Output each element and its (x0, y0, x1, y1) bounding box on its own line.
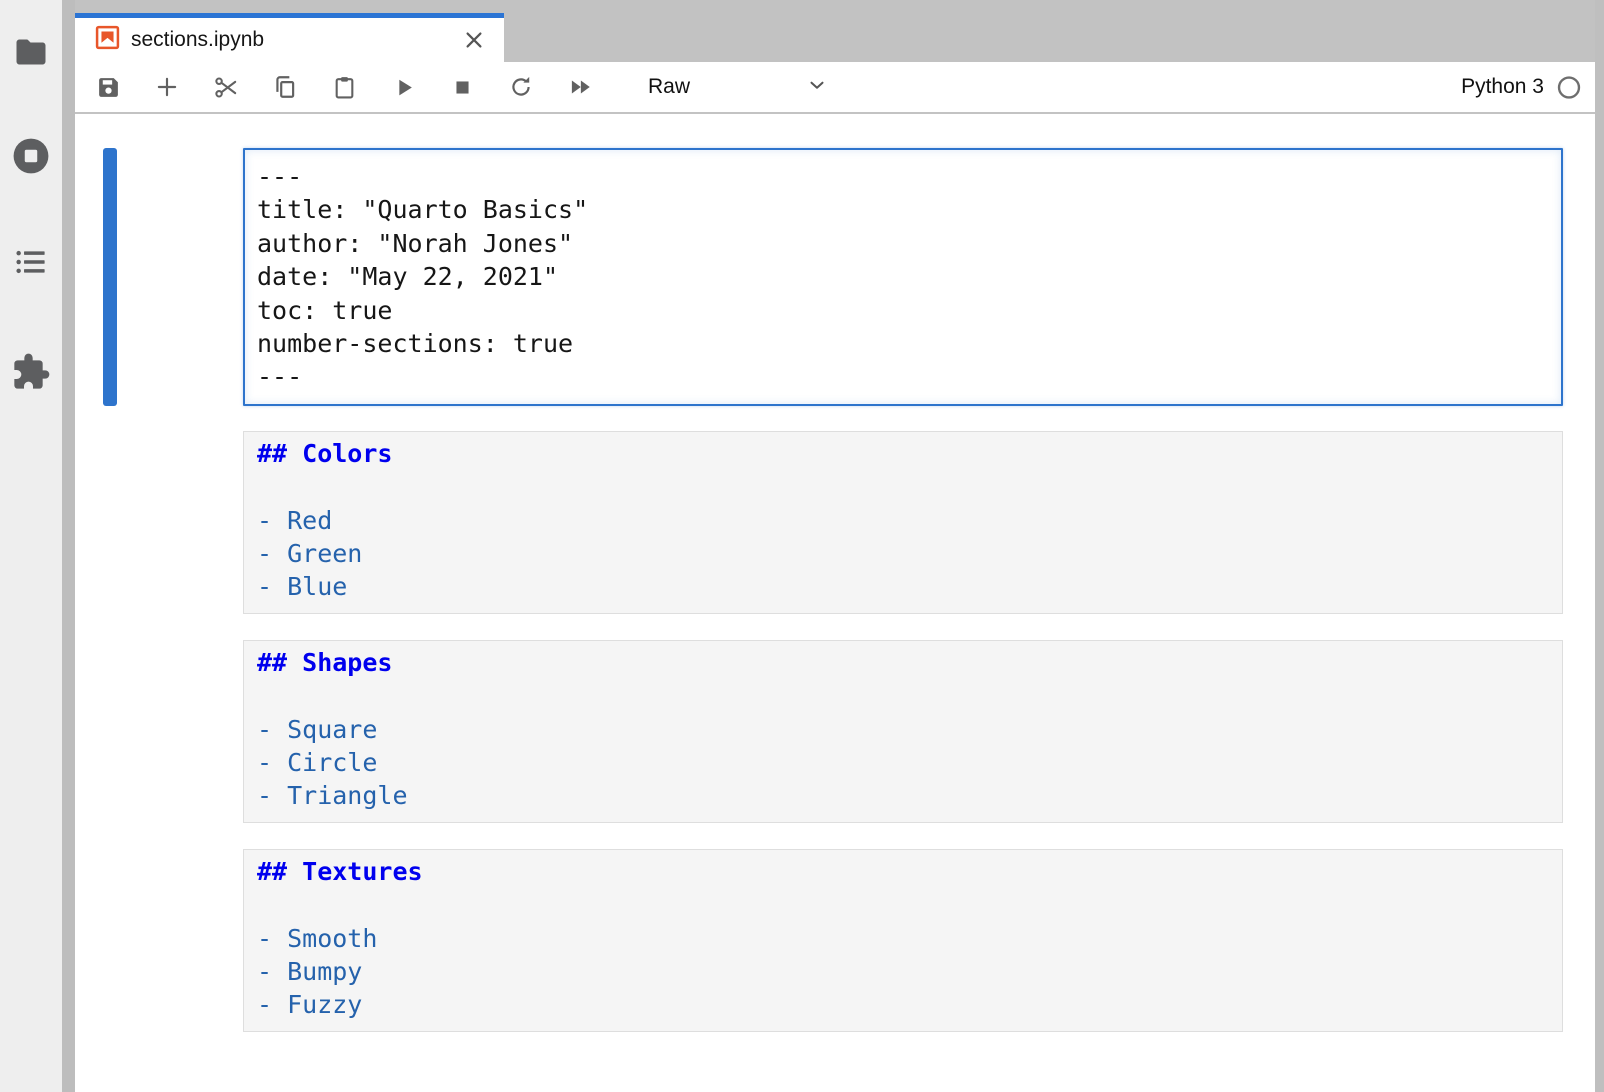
markdown-list-item: - Fuzzy (257, 988, 1549, 1021)
activity-sidebar (0, 0, 62, 1092)
cell-collapser[interactable] (103, 148, 117, 406)
cell-collapser[interactable] (103, 849, 117, 1032)
main-area: sections.ipynb (75, 0, 1595, 1092)
markdown-cell-editor[interactable]: ## Shapes - Square - Circle - Triangle (243, 640, 1563, 823)
markdown-list-item: - Red (257, 504, 1549, 537)
kernel-status-icon[interactable] (1556, 74, 1582, 100)
notebook-tab[interactable]: sections.ipynb (75, 13, 504, 62)
fast-forward-icon[interactable] (567, 74, 593, 100)
cell-collapser[interactable] (103, 640, 117, 823)
save-icon[interactable] (95, 74, 121, 100)
extension-manager-icon[interactable] (0, 344, 62, 400)
running-sessions-icon[interactable] (0, 128, 62, 184)
code-line: author: "Norah Jones" (257, 227, 1549, 260)
kernel-area: Python 3 (1461, 74, 1595, 100)
restart-kernel-icon[interactable] (508, 74, 534, 100)
markdown-list-item: - Circle (257, 746, 1549, 779)
cell-type-dropdown[interactable]: Raw (642, 69, 834, 105)
notebook-icon (95, 25, 120, 55)
markdown-heading: ## Textures (257, 855, 1549, 888)
file-browser-icon[interactable] (0, 24, 62, 80)
sidebar-splitter-handle[interactable] (62, 0, 75, 1092)
code-line: title: "Quarto Basics" (257, 193, 1549, 226)
blank-line (257, 470, 1549, 503)
markdown-cell-editor[interactable]: ## Colors - Red - Green - Blue (243, 431, 1563, 614)
code-line: toc: true (257, 294, 1549, 327)
table-of-contents-icon[interactable] (0, 234, 62, 290)
cell-type-value: Raw (648, 75, 690, 99)
copy-icon[interactable] (272, 74, 298, 100)
markdown-list-item: - Triangle (257, 779, 1549, 812)
cell-collapser[interactable] (103, 431, 117, 614)
scrollbar-gutter[interactable] (1595, 0, 1604, 1092)
code-line: --- (257, 360, 1549, 393)
markdown-heading: ## Shapes (257, 646, 1549, 679)
raw-cell: --- title: "Quarto Basics" author: "Nora… (243, 148, 1563, 406)
add-cell-icon[interactable] (154, 74, 180, 100)
blank-line (257, 888, 1549, 921)
markdown-list-item: - Green (257, 537, 1549, 570)
code-line: date: "May 22, 2021" (257, 260, 1549, 293)
raw-cell-editor[interactable]: --- title: "Quarto Basics" author: "Nora… (243, 148, 1563, 406)
run-icon[interactable] (390, 74, 416, 100)
chevron-down-icon (806, 74, 828, 101)
code-line: --- (257, 160, 1549, 193)
markdown-list-item: - Bumpy (257, 955, 1549, 988)
markdown-list-item: - Blue (257, 570, 1549, 603)
blank-line (257, 679, 1549, 712)
markdown-heading: ## Colors (257, 437, 1549, 470)
code-line: number-sections: true (257, 327, 1549, 360)
kernel-name[interactable]: Python 3 (1461, 75, 1544, 99)
cut-icon[interactable] (213, 74, 239, 100)
markdown-list-item: - Square (257, 713, 1549, 746)
markdown-cell-textures: ## Textures - Smooth - Bumpy - Fuzzy (243, 849, 1563, 1032)
close-icon[interactable] (462, 28, 486, 52)
markdown-list-item: - Smooth (257, 922, 1549, 955)
tab-title: sections.ipynb (131, 28, 462, 52)
paste-icon[interactable] (331, 74, 357, 100)
markdown-cell-editor[interactable]: ## Textures - Smooth - Bumpy - Fuzzy (243, 849, 1563, 1032)
markdown-cell-colors: ## Colors - Red - Green - Blue (243, 431, 1563, 614)
stop-icon[interactable] (449, 74, 475, 100)
markdown-cell-shapes: ## Shapes - Square - Circle - Triangle (243, 640, 1563, 823)
notebook-scroll-area: --- title: "Quarto Basics" author: "Nora… (75, 114, 1595, 1092)
dock-tab-bar: sections.ipynb (75, 0, 1595, 62)
notebook-toolbar: Raw Python 3 (75, 62, 1595, 114)
